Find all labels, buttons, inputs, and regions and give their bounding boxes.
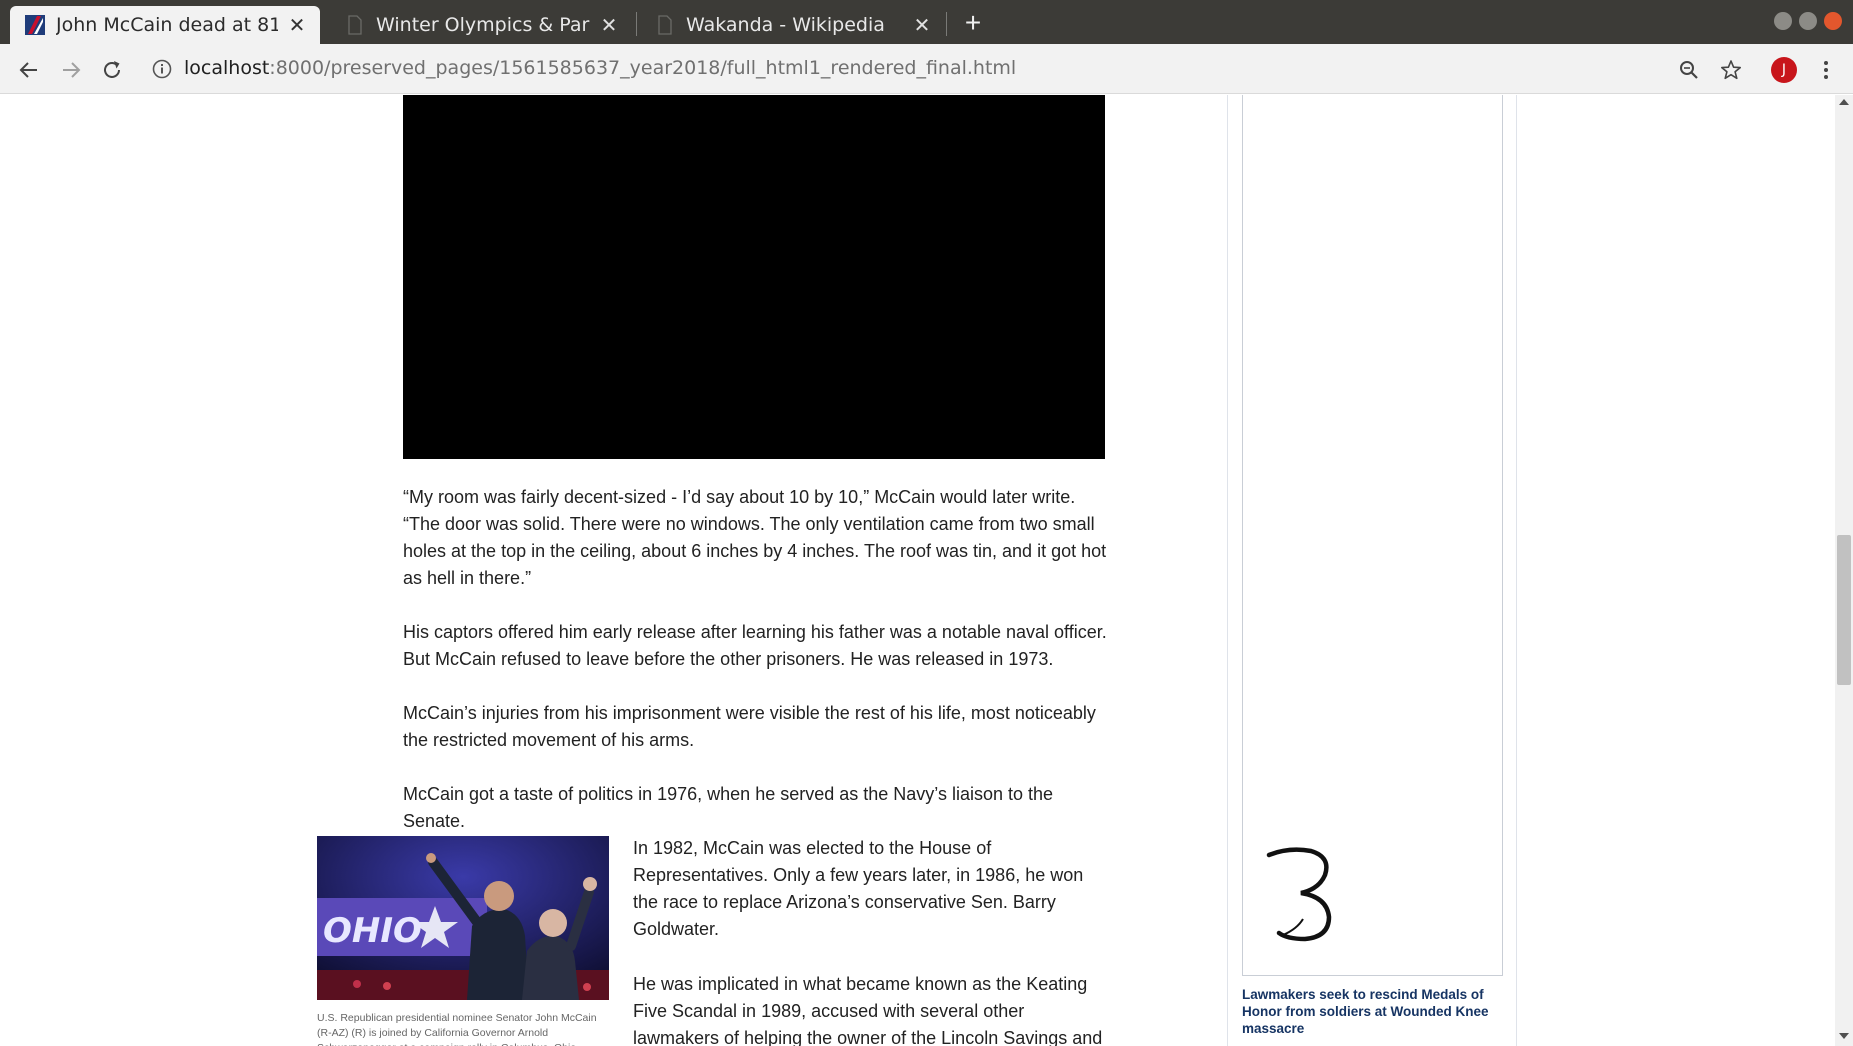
address-bar[interactable]: localhost:8000/preserved_pages/156158563…	[184, 55, 1016, 81]
close-tab-icon[interactable]: ✕	[598, 14, 620, 37]
article-paragraph: In 1982, McCain was elected to the House…	[633, 838, 1084, 939]
page-viewport: “My room was fairly decent-sized - I’d s…	[0, 95, 1835, 1046]
close-tab-icon[interactable]: ✕	[911, 14, 933, 37]
tab-strip: John McCain dead at 81 | ✕ Winter Olympi…	[0, 0, 1853, 44]
close-window-icon[interactable]	[1824, 12, 1842, 30]
tab-winter-olympics[interactable]: Winter Olympics & Paraly ✕	[330, 6, 632, 44]
ad-number: 3	[1261, 843, 1262, 844]
url-path: :8000/preserved_pages/1561585637_year201…	[269, 57, 1017, 79]
info-icon[interactable]	[151, 58, 173, 80]
zoom-icon[interactable]	[1674, 55, 1704, 85]
sidebar-divider	[1227, 95, 1228, 1046]
article-paragraph: “My room was fairly decent-sized - I’d s…	[403, 487, 1107, 588]
scrollbar-thumb[interactable]	[1837, 535, 1851, 685]
star-icon[interactable]	[1716, 55, 1746, 85]
browser-toolbar: localhost:8000/preserved_pages/156158563…	[0, 44, 1853, 94]
sidebar-ad-box[interactable]: 3	[1242, 95, 1503, 976]
url-host: localhost	[184, 57, 270, 79]
new-tab-icon[interactable]: +	[958, 8, 988, 38]
photo-caption: U.S. Republican presidential nominee Sen…	[317, 1012, 597, 1046]
reload-icon[interactable]	[97, 55, 127, 85]
close-tab-icon[interactable]: ✕	[286, 14, 308, 37]
tab-divider	[946, 12, 947, 36]
tab-wakanda[interactable]: Wakanda - Wikipedia ✕	[640, 6, 945, 44]
article-paragraph: McCain got a taste of politics in 1976, …	[403, 784, 1054, 831]
article-paragraph: McCain’s injuries from his imprisonment …	[403, 703, 1096, 750]
tab-title: Winter Olympics & Paraly	[376, 14, 590, 36]
sidebar-headline-link[interactable]: Lawmakers seek to rescind Medals of Hono…	[1242, 986, 1504, 1037]
maximize-window-icon[interactable]	[1799, 12, 1817, 30]
tab-title: John McCain dead at 81 |	[56, 14, 278, 36]
sidebar-divider	[1516, 95, 1517, 1046]
article-paragraph: He was implicated in what became known a…	[633, 974, 1103, 1046]
page-scrollbar[interactable]	[1835, 95, 1853, 1046]
tab-divider	[636, 12, 637, 36]
tab-mccain[interactable]: John McCain dead at 81 | ✕	[10, 6, 320, 44]
forward-icon[interactable]	[56, 55, 86, 85]
back-icon[interactable]	[14, 55, 44, 85]
site-favicon-icon	[25, 15, 45, 35]
page-icon	[658, 15, 672, 35]
article-paragraph: His captors offered him early release af…	[403, 622, 1107, 669]
scroll-up-arrow-icon[interactable]	[1839, 99, 1849, 105]
page-icon	[348, 15, 362, 35]
rally-photo-illustration: OHIO	[317, 836, 609, 1000]
profile-avatar[interactable]: J	[1771, 57, 1797, 83]
scroll-down-arrow-icon[interactable]	[1839, 1033, 1849, 1039]
menu-icon[interactable]	[1811, 55, 1841, 85]
photo-sign-text: OHIO	[323, 911, 422, 951]
article-photo[interactable]: OHIO	[317, 836, 609, 1000]
tab-title: Wakanda - Wikipedia	[686, 14, 885, 36]
video-player[interactable]	[403, 95, 1105, 459]
ad-number-graphic: 3	[1261, 843, 1332, 942]
minimize-window-icon[interactable]	[1774, 12, 1792, 30]
